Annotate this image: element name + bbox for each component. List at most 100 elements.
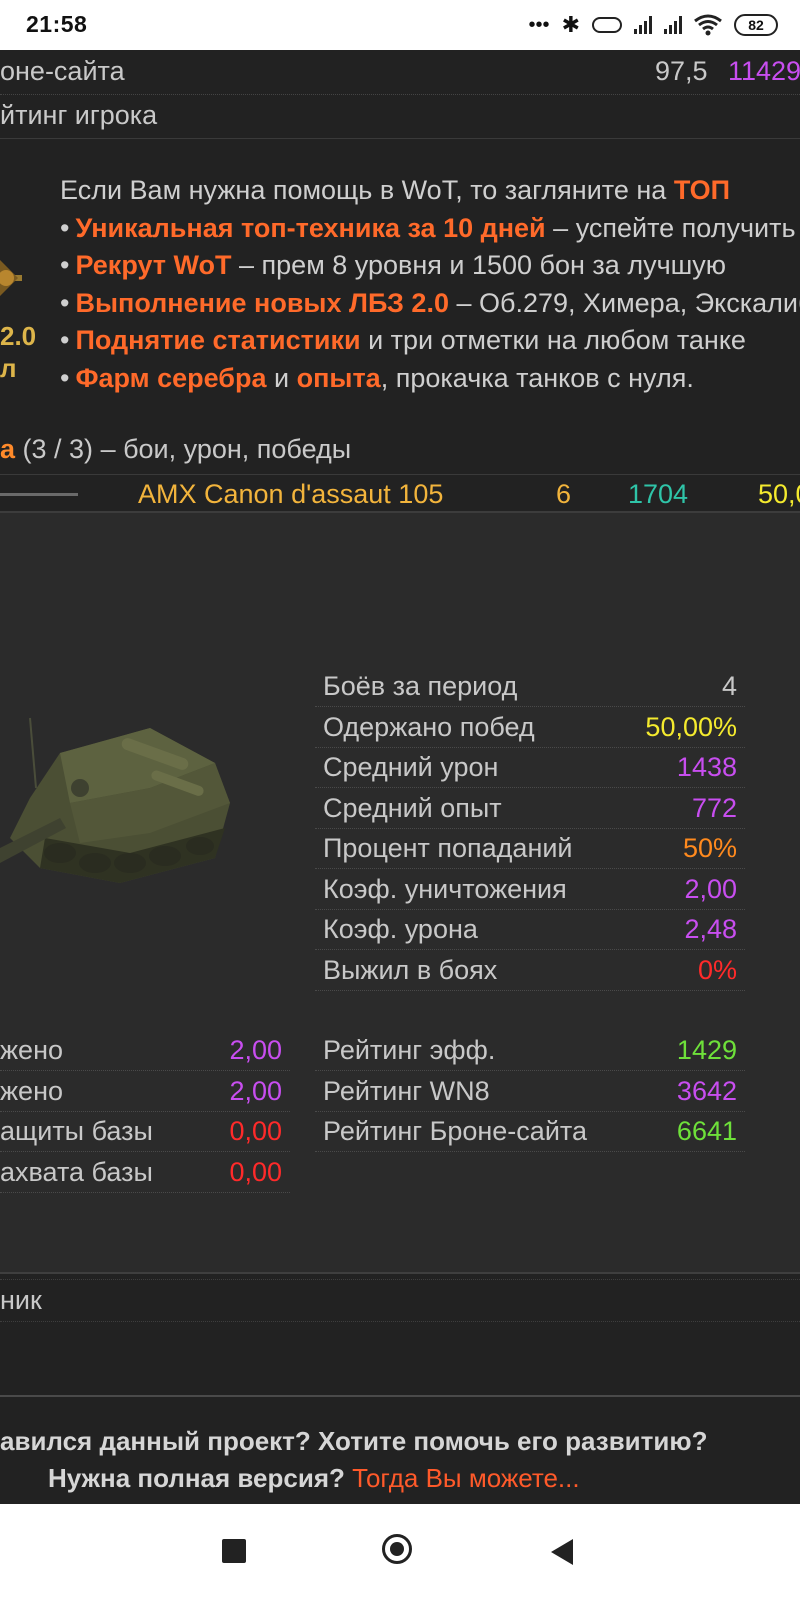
stat-value: 50,00% [645, 711, 737, 742]
promo-item-link[interactable]: Рекрут WoT [75, 250, 231, 280]
stat-value: 50% [682, 833, 737, 863]
status-icons: ••• ✱ 82 [529, 12, 778, 38]
bullet: • [60, 250, 70, 280]
tanks-header-text: – бои, урон, победы [93, 434, 352, 464]
signal-icon [634, 16, 652, 34]
stat-row: Средний урон 1438 [315, 747, 745, 788]
summary-row-label: оне-сайта [0, 56, 125, 86]
promo-item: • Фарм серебра и опыта, прокачка танков с… [60, 360, 800, 398]
promo-item: • Поднятие статистики и три отметки на лю… [60, 322, 800, 360]
bullet: • [60, 325, 70, 355]
promo-top-link[interactable]: ТОП [674, 175, 730, 205]
tank-name: AMX Canon d'assaut 105 [138, 479, 444, 509]
lower-row-label: ник [0, 1285, 42, 1315]
stat-row: Процент попаданий 50% [315, 828, 745, 869]
promo-block: Если Вам нужна помощь в WoT, то заглянит… [60, 172, 800, 397]
stat-value: 0% [697, 954, 737, 985]
bluetooth-icon: ✱ [561, 12, 580, 37]
tanks-section-header: а (3 / 3) – бои, урон, победы [0, 434, 351, 465]
promo-item-link[interactable]: опыта [297, 363, 381, 393]
stat-value: 2,00 [684, 873, 737, 904]
stat-value: 0,00 [229, 1116, 282, 1146]
tank-row[interactable]: AMX Canon d'assaut 105 6 1704 50,00% [0, 474, 800, 511]
stat-label: Процент попаданий [323, 833, 573, 863]
tanks-header-accent: а [0, 434, 16, 464]
stat-label: Рейтинг WN8 [323, 1075, 490, 1106]
promo-item-text: и три отметки на любом танке [360, 325, 746, 355]
promo-intro: Если Вам нужна помощь в WoT, то заглянит… [60, 172, 800, 210]
stat-label: Боёв за период [323, 671, 518, 701]
summary-row-value-2: 11429 [728, 56, 800, 86]
stat-row: Одержано побед 50,00% [315, 707, 745, 748]
tank-level: 6 [556, 479, 572, 509]
stat-value: 2,48 [684, 914, 737, 944]
tank-battles: 1704 [628, 479, 689, 509]
status-bar: 21:58 ••• ✱ 82 [0, 0, 800, 50]
navigation-bar [0, 1504, 800, 1600]
footer-link[interactable]: Тогда Вы можете... [352, 1463, 580, 1493]
lower-row: ник [0, 1279, 800, 1322]
home-button-icon[interactable] [382, 1534, 412, 1564]
promo-item: • Уникальная топ-техника за 10 дней – усп… [60, 210, 800, 248]
stat-label: жено [0, 1075, 64, 1106]
lower-row [0, 1237, 800, 1280]
promo-item-text: , прокачка танков с нуля. [380, 362, 694, 393]
promo-item-text: – Об.279, Химера, Экскалибур [456, 287, 800, 318]
stat-value: 4 [721, 671, 737, 701]
page-content: оне-сайта 97,5 11429 йтинг игрока 2.0 л … [0, 50, 800, 1504]
footer-question: Нужна полная версия? [48, 1463, 353, 1493]
stat-row: жено 2,00 [0, 1030, 290, 1071]
promo-badge-icon [0, 260, 22, 296]
stat-row: Рейтинг эфф. 1429 [315, 1030, 745, 1071]
stat-row: Коэф. уничтожения 2,00 [315, 869, 745, 910]
vibrate-icon [592, 17, 622, 33]
stat-row: Рейтинг Броне-сайта 6641 [315, 1111, 745, 1152]
promo-badge-line: л [0, 353, 17, 383]
stat-label: Коэф. уничтожения [323, 873, 567, 904]
stat-value: 0,00 [229, 1156, 282, 1187]
promo-item-text: – успейте получить [545, 212, 796, 243]
promo-item-link[interactable]: Фарм серебра [75, 363, 266, 393]
lower-row [0, 1321, 800, 1363]
stat-label: Одержано побед [323, 711, 535, 742]
stat-value: 1429 [676, 1035, 737, 1065]
promo-badge: 2.0 л [0, 320, 36, 384]
promo-item-link[interactable]: Выполнение новых ЛБЗ 2.0 [75, 288, 449, 318]
wifi-icon [694, 14, 722, 36]
stat-row: Боёв за период 4 [315, 666, 745, 707]
stat-row: Коэф. урона 2,48 [315, 909, 745, 950]
stat-value: 772 [691, 792, 737, 823]
stat-label: Рейтинг Броне-сайта [323, 1116, 587, 1146]
stat-row: Средний опыт 772 [315, 788, 745, 829]
stat-value: 1438 [676, 752, 737, 782]
footer-line-1: авился данный проект? Хотите помочь его … [0, 1426, 708, 1456]
summary-row-player-rating: йтинг игрока [0, 94, 800, 139]
promo-badge-line: 2.0 [0, 321, 37, 351]
back-button-icon[interactable] [551, 1539, 573, 1565]
stat-row: жено 2,00 [0, 1071, 290, 1112]
notification-dots-icon: ••• [528, 13, 550, 36]
stat-label: Выжил в боях [323, 954, 498, 985]
stat-row: ащиты базы 0,00 [0, 1111, 290, 1152]
promo-item-text: и [266, 362, 297, 393]
status-time: 21:58 [26, 11, 88, 37]
promo-item-link[interactable]: Поднятие статистики [75, 325, 360, 355]
tank-thumbnail-icon [0, 493, 78, 496]
stat-label: ащиты базы [0, 1116, 153, 1146]
promo-intro-text: Если Вам нужна помощь в WoT, то заглянит… [60, 175, 674, 205]
stat-value: 2,00 [229, 1035, 282, 1065]
stat-label: Средний опыт [323, 792, 502, 823]
stat-label: Рейтинг эфф. [323, 1035, 496, 1065]
stat-value: 2,00 [229, 1075, 282, 1106]
recents-button-icon[interactable] [222, 1539, 246, 1563]
summary-row-label: йтинг игрока [0, 100, 158, 130]
stat-value: 6641 [676, 1116, 737, 1146]
stat-label: Коэф. урона [323, 914, 478, 944]
footer-line-2: Нужна полная версия? Тогда Вы можете... [48, 1463, 580, 1494]
tank-stats-popup: Боёв за период 4 Одержано побед 50,00% Средн… [0, 511, 800, 1274]
stat-row: Рейтинг WN8 3642 [315, 1071, 745, 1112]
promo-item-link[interactable]: Уникальная топ-техника за 10 дней [75, 213, 545, 243]
stat-label: жено [0, 1035, 64, 1065]
stat-row: ахвата базы 0,00 [0, 1152, 290, 1193]
bullet: • [60, 287, 70, 318]
